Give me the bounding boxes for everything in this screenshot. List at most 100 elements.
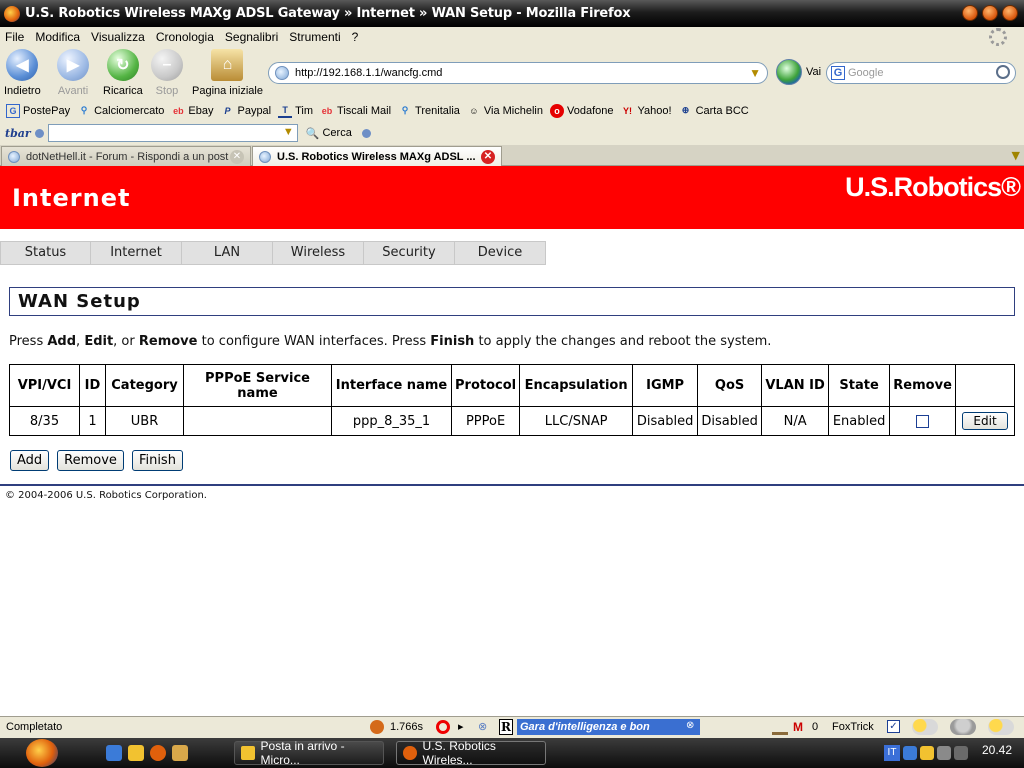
cell-protocol: PPPoE <box>450 406 521 436</box>
load-timer: 1.766s <box>370 720 423 734</box>
banner-title: Internet <box>12 184 131 212</box>
col-vpi-vci: VPI/VCI <box>9 364 80 407</box>
tray-app-icon[interactable] <box>920 746 934 760</box>
go-button[interactable]: Vai <box>776 59 821 85</box>
col-id: ID <box>79 364 106 407</box>
forward-button[interactable]: ▶ Avanti <box>57 49 89 97</box>
start-button[interactable] <box>26 739 58 767</box>
tbar-search-button[interactable]: 🔍 Cerca <box>306 127 352 140</box>
col-state: State <box>828 364 891 407</box>
tbar-options-icon[interactable] <box>34 128 44 138</box>
tab-wireless[interactable]: Wireless <box>273 241 364 265</box>
tab-bar: dotNetHell.it - Forum - Rispondi a un po… <box>0 145 1024 166</box>
menu-help[interactable]: ? <box>352 30 359 44</box>
tab-usrobotics[interactable]: U.S. Robotics Wireless MAXg ADSL ... ✕ <box>252 146 502 166</box>
network-icon[interactable] <box>903 746 917 760</box>
bookmark-postepay[interactable]: G PostePay <box>6 103 70 118</box>
app-quicklaunch-icon[interactable] <box>172 745 188 761</box>
throbber-icon <box>989 28 1007 46</box>
page-icon <box>8 150 20 163</box>
bookmark-star-icon[interactable]: ▼ <box>749 66 761 80</box>
weather-partly-cloudy-icon[interactable] <box>988 719 1014 735</box>
close-window-button[interactable] <box>1002 5 1018 21</box>
col-vlan-id: VLAN ID <box>761 364 830 407</box>
taskbar-item-firefox[interactable]: U.S. Robotics Wireles... <box>396 739 546 767</box>
add-button[interactable]: Add <box>10 450 50 471</box>
menu-strumenti[interactable]: Strumenti <box>289 30 340 44</box>
search-placeholder[interactable]: Google <box>848 67 883 79</box>
edit-button[interactable]: Edit <box>962 412 1009 430</box>
tab-security[interactable]: Security <box>364 241 455 265</box>
language-indicator[interactable]: IT <box>884 745 900 761</box>
all-tabs-icon[interactable]: ▼ <box>1012 149 1020 162</box>
reload-button[interactable]: ↻ Ricarica <box>103 49 143 97</box>
ticker-close-icon[interactable]: ⊗ <box>686 720 694 731</box>
finish-button[interactable]: Finish <box>131 450 183 471</box>
taskbar-item-outlook[interactable]: Posta in arrivo - Micro... <box>234 739 384 767</box>
firefox-quicklaunch-icon[interactable] <box>150 745 166 761</box>
r-icon[interactable]: R <box>499 719 513 735</box>
tray-extra-icon[interactable] <box>954 746 968 760</box>
tab-status[interactable]: Status <box>0 241 91 265</box>
ie-icon[interactable] <box>106 745 122 761</box>
search-box[interactable]: G Google <box>826 62 1016 84</box>
url-text[interactable]: http://192.168.1.1/wancfg.cmd <box>295 67 442 79</box>
firefox-icon <box>4 5 20 22</box>
search-icon: 🔍 <box>305 127 320 140</box>
bookmark-paypal[interactable]: P Paypal <box>220 104 271 118</box>
menu-visualizza[interactable]: Visualizza <box>91 30 145 44</box>
bookmark-trenitalia[interactable]: ⚲ Trenitalia <box>398 104 460 118</box>
forward-arrow-icon: ▶ <box>57 49 89 81</box>
close-tab-icon[interactable]: ✕ <box>230 150 244 164</box>
close-tab-icon[interactable]: ✕ <box>481 150 495 164</box>
status-text: Completato <box>6 721 63 733</box>
gmail-icon[interactable]: M <box>793 720 803 734</box>
minimize-button[interactable] <box>962 5 978 21</box>
tbar-logo[interactable]: tbar <box>5 127 31 140</box>
weather-cloud-icon[interactable] <box>950 719 976 735</box>
maximize-button[interactable] <box>982 5 998 21</box>
news-ticker[interactable]: Gara d'intelligenza e bon <box>517 719 700 735</box>
dropdown-icon[interactable]: ▸ <box>458 720 464 733</box>
menu-modifica[interactable]: Modifica <box>35 30 80 44</box>
tab-internet[interactable]: Internet <box>91 241 182 265</box>
bookmark-calciomercato[interactable]: ⚲ Calciomercato <box>77 104 165 118</box>
bookmark-tiscali[interactable]: eb Tiscali Mail <box>320 104 391 118</box>
reload-icon: ↻ <box>106 49 139 81</box>
tbar-extra-icon[interactable] <box>361 128 371 138</box>
foxtrick-checkbox[interactable]: ✓ <box>887 720 900 733</box>
dropdown-icon[interactable]: ▼ <box>283 126 294 138</box>
bookmark-viamichelin[interactable]: ☺ Via Michelin <box>467 104 543 118</box>
page-icon <box>259 150 271 163</box>
bookmark-vodafone[interactable]: o Vodafone <box>550 103 614 118</box>
tbar-search-input[interactable]: ▼ <box>47 124 298 142</box>
menu-cronologia[interactable]: Cronologia <box>156 30 214 44</box>
tab-dotnethell[interactable]: dotNetHell.it - Forum - Rispondi a un po… <box>1 146 251 166</box>
taskbar: Posta in arrivo - Micro... U.S. Robotics… <box>0 738 1024 768</box>
weather-sun-icon[interactable] <box>912 719 938 735</box>
opera-icon[interactable] <box>436 720 450 734</box>
tab-device[interactable]: Device <box>455 241 546 265</box>
volume-icon[interactable] <box>937 746 951 760</box>
cell-edit: Edit <box>955 406 1015 436</box>
bookmark-yahoo[interactable]: Y! Yahoo! <box>621 104 672 118</box>
back-button[interactable]: ◀ Indietro <box>4 49 41 97</box>
close-icon[interactable]: ⊗ <box>478 720 487 733</box>
bookmark-carta-bcc[interactable]: ⊕ Carta BCC <box>679 104 749 118</box>
menu-file[interactable]: File <box>5 30 24 44</box>
bookmark-ebay[interactable]: eb Ebay <box>171 104 213 118</box>
menu-segnalibri[interactable]: Segnalibri <box>225 30 278 44</box>
vodafone-icon: o <box>550 103 564 118</box>
tab-lan[interactable]: LAN <box>182 241 273 265</box>
home-button[interactable]: ⌂ Pagina iniziale <box>192 49 263 97</box>
outlook-icon[interactable] <box>128 745 144 761</box>
remove-button[interactable]: Remove <box>57 450 124 471</box>
remove-checkbox[interactable] <box>916 414 930 428</box>
bookmark-tim[interactable]: T Tim <box>278 104 313 118</box>
search-icon[interactable] <box>996 65 1010 79</box>
foxtrick-label[interactable]: FoxTrick <box>832 721 874 733</box>
stop-button[interactable]: – Stop <box>151 49 183 97</box>
url-bar[interactable]: http://192.168.1.1/wancfg.cmd ▼ <box>268 62 768 84</box>
page-content: Internet U.S.Robotics® Status Internet L… <box>0 166 1024 716</box>
home-icon[interactable] <box>772 719 788 735</box>
